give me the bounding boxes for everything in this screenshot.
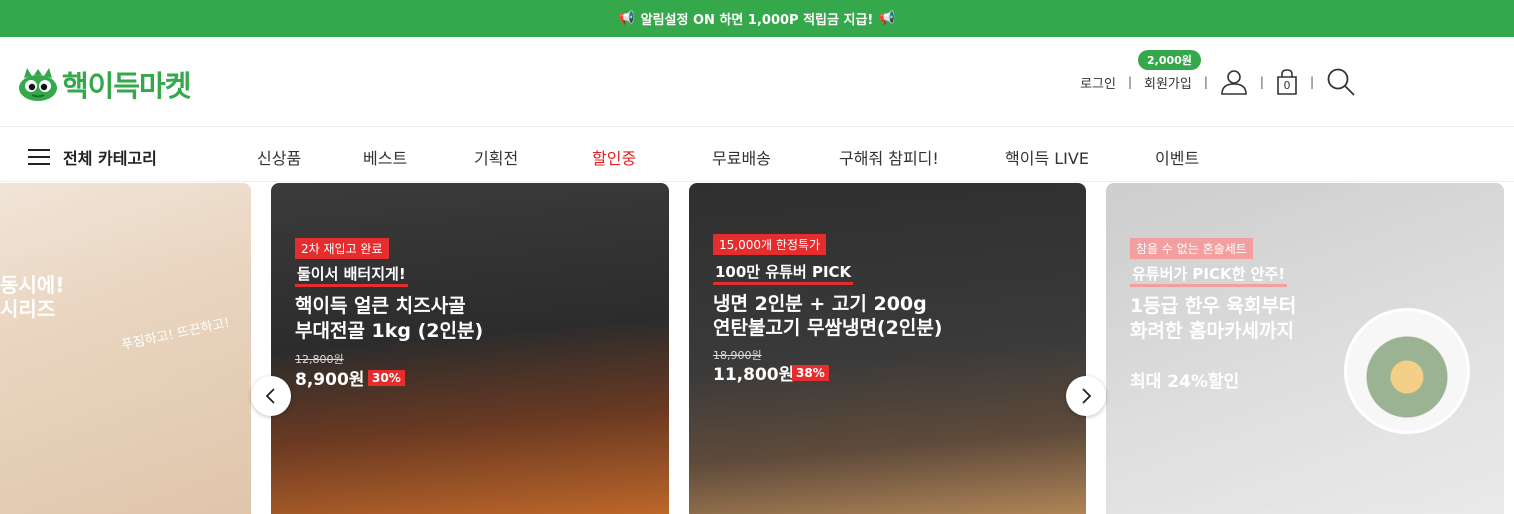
user-icon [1221,70,1247,95]
banner-line: 시리즈 [0,297,56,321]
all-categories-button[interactable]: 전체 카테고리 [28,145,157,169]
top-notice-bar[interactable]: 📢 알림설정 ON 하면 1,000P 적립금 지급! 📢 [0,0,1514,37]
cart-button[interactable]: 0 [1276,68,1298,96]
divider: | [1127,75,1133,89]
logo-mascot-icon [18,66,58,102]
nav-item-event[interactable]: 이벤트 [1155,145,1199,169]
banner-discount-badge: 30% [368,370,405,386]
banner-title: 냉면 2인분 + 고기 200g [713,293,927,315]
banner-subtitle: 둘이서 배터지게! [295,263,408,287]
cart-count: 0 [1283,79,1291,92]
join-link[interactable]: 회원가입 [1144,77,1192,92]
divider: | [1259,75,1264,89]
nav-item-exhibition[interactable]: 기획전 [474,145,518,169]
all-categories-label: 전체 카테고리 [63,149,157,168]
banner-discount-badge: 38% [792,365,829,381]
banner-card[interactable]: 2차 재입고 완료 둘이서 배터지게! 핵이득 얼큰 치즈사골 부대전골 1kg… [271,183,669,514]
join-wrap: 2,000원 회원가입 [1138,49,1201,92]
top-notice-text: 알림설정 ON 하면 1,000P 적립금 지급! [640,13,874,28]
my-page-button[interactable] [1220,68,1248,96]
megaphone-icon: 📢 [879,11,896,26]
banner-tag: 15,000개 한정특가 [713,234,827,255]
banner-handwriting: 푸짐하고! 뜨끈하고! [120,315,232,354]
carousel-prev-button[interactable] [251,376,291,416]
banner-price: 8,900원 [295,370,365,390]
megaphone-icon: 📢 [618,11,635,26]
banner-tag: 참을 수 없는 혼술세트 [1130,238,1253,259]
site-header: 핵이득마켓 로그인 | 2,000원 회원가입 | | 0 | [0,37,1514,127]
banner-title: 부대전골 1kg (2인분) [295,320,484,342]
banner-card[interactable]: 참을 수 없는 혼술세트 유튜버가 PICK한 안주! 1등급 한우 육회부터 … [1106,183,1504,514]
search-icon [1327,68,1355,96]
search-button[interactable] [1326,67,1356,97]
banner-title: 핵이득 얼큰 치즈사골 [295,295,466,317]
chevron-right-icon [1082,388,1092,404]
banner-carousel: 동시에! 시리즈 푸짐하고! 뜨끈하고! 2차 재입고 완료 둘이서 배터지게!… [0,183,1514,514]
utility-menu: 로그인 | 2,000원 회원가입 | | 0 | [1080,49,1356,97]
banner-title: 연탄불고기 무쌈냉면(2인분) [713,317,943,339]
banner-card[interactable]: 동시에! 시리즈 푸짐하고! 뜨끈하고! [0,183,251,514]
logo-text: 핵이득마켓 [62,69,191,103]
site-logo[interactable]: 핵이득마켓 [18,63,191,105]
banner-title: 화려한 홈마카세까지 [1130,320,1294,342]
banner-tag: 2차 재입고 완료 [295,238,389,259]
nav-item-new[interactable]: 신상품 [257,145,301,169]
main-navigation: 전체 카테고리 신상품 베스트 기획전 할인중 무료배송 구해줘 참피디! 핵이… [0,128,1514,182]
nav-item-champd[interactable]: 구해줘 참피디! [839,145,939,169]
chevron-left-icon [265,388,275,404]
banner-subtitle: 유튜버가 PICK한 안주! [1130,263,1288,287]
nav-item-best[interactable]: 베스트 [363,145,407,169]
banner-card[interactable]: 15,000개 한정특가 100만 유튜버 PICK 냉면 2인분 + 고기 2… [689,183,1086,514]
food-plate-image [1344,308,1470,434]
login-link[interactable]: 로그인 [1080,73,1116,92]
nav-item-free-shipping[interactable]: 무료배송 [712,145,771,169]
banner-promo: 최대 24%할인 [1130,372,1240,392]
banner-title: 1등급 한우 육회부터 [1130,295,1297,317]
nav-item-live[interactable]: 핵이득 LIVE [1005,145,1089,169]
hamburger-icon [28,149,50,165]
divider: | [1309,75,1314,89]
carousel-next-button[interactable] [1066,376,1106,416]
banner-price: 11,800원 [713,365,795,385]
banner-subtitle: 100만 유튜버 PICK [713,261,854,285]
divider: | [1203,75,1208,89]
nav-item-sale[interactable]: 할인중 [592,145,636,169]
join-reward-badge: 2,000원 [1138,49,1201,70]
